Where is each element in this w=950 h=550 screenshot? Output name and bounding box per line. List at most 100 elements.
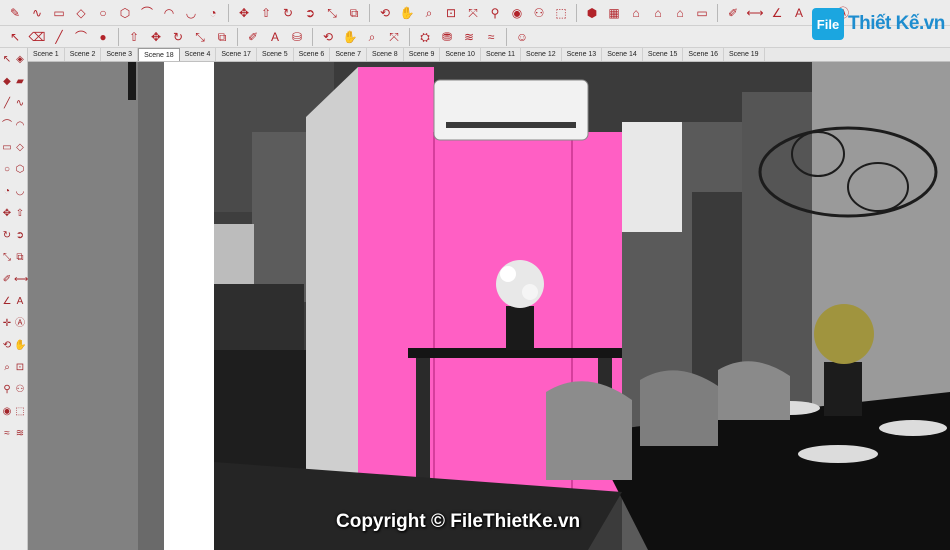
protractor-icon[interactable]: ∠: [1, 296, 13, 308]
front-view-icon[interactable]: ⌂: [627, 4, 645, 22]
tab-scene-12[interactable]: Scene 12: [521, 48, 562, 61]
arc-draw-icon[interactable]: ⌒: [72, 28, 90, 46]
rotated-rectangle-icon[interactable]: ◇: [72, 4, 90, 22]
rectangle-icon[interactable]: ▭: [50, 4, 68, 22]
push-pull-icon[interactable]: ⇧: [125, 28, 143, 46]
zoom-icon[interactable]: ⌕: [1, 362, 13, 374]
freehand-icon[interactable]: ∿: [28, 4, 46, 22]
layout-icon[interactable]: ≋: [460, 28, 478, 46]
zoom-window-icon[interactable]: ⊡: [442, 4, 460, 22]
walk-icon[interactable]: ⚇: [14, 384, 26, 396]
zoom-extents-icon[interactable]: ⤧: [385, 28, 403, 46]
tape-measure-icon[interactable]: ✐: [724, 4, 742, 22]
text-icon[interactable]: A: [14, 296, 26, 308]
offset-icon[interactable]: ⧉: [213, 28, 231, 46]
tab-scene-13[interactable]: Scene 13: [562, 48, 603, 61]
account-icon[interactable]: ☺: [513, 28, 531, 46]
position-camera-icon[interactable]: ⚲: [486, 4, 504, 22]
paint-bucket-icon[interactable]: ⛁: [288, 28, 306, 46]
orbit-icon[interactable]: ⟲: [319, 28, 337, 46]
paint-icon[interactable]: ◆: [1, 76, 13, 88]
two-point-arc-icon[interactable]: ◠: [160, 4, 178, 22]
pan-icon[interactable]: ✋: [341, 28, 359, 46]
freehand-icon[interactable]: ∿: [14, 98, 26, 110]
tab-scene-8[interactable]: Scene 8: [367, 48, 404, 61]
tab-scene-6[interactable]: Scene 6: [294, 48, 331, 61]
tab-scene-4[interactable]: Scene 4: [180, 48, 217, 61]
rotated-rectangle-icon[interactable]: ◇: [14, 142, 26, 154]
push-pull-icon[interactable]: ⇧: [14, 208, 26, 220]
tab-scene-5[interactable]: Scene 5: [257, 48, 294, 61]
top-view-icon[interactable]: ▦: [605, 4, 623, 22]
tab-scene-3[interactable]: Scene 3: [101, 48, 139, 61]
position-camera-icon[interactable]: ⚲: [1, 384, 13, 396]
three-point-arc-icon[interactable]: ◡: [14, 186, 26, 198]
tab-scene-2[interactable]: Scene 2: [65, 48, 102, 61]
rotate-icon[interactable]: ↻: [169, 28, 187, 46]
extension-warehouse-icon[interactable]: ⛃: [438, 28, 456, 46]
text-icon[interactable]: A: [790, 4, 808, 22]
orbit-icon[interactable]: ⟲: [376, 4, 394, 22]
scale-icon[interactable]: ⤡: [323, 4, 341, 22]
move-icon[interactable]: ✥: [235, 4, 253, 22]
zoom-extents-icon[interactable]: ⤧: [464, 4, 482, 22]
circle-icon[interactable]: ○: [1, 164, 13, 176]
left-view-icon[interactable]: ▭: [693, 4, 711, 22]
tab-scene-7[interactable]: Scene 7: [330, 48, 367, 61]
line-icon[interactable]: ╱: [50, 28, 68, 46]
text-icon[interactable]: A: [266, 28, 284, 46]
orbit-icon[interactable]: ⟲: [1, 340, 13, 352]
zoom-icon[interactable]: ⌕: [363, 28, 381, 46]
tab-scene-14[interactable]: Scene 14: [602, 48, 643, 61]
sandbox-icon[interactable]: ≈: [1, 428, 13, 440]
3d-warehouse-icon[interactable]: ⛭: [416, 28, 434, 46]
offset-icon[interactable]: ⧉: [345, 4, 363, 22]
rotate-icon[interactable]: ↻: [279, 4, 297, 22]
arc-icon[interactable]: ⌒: [138, 4, 156, 22]
eraser-icon[interactable]: ⌫: [28, 28, 46, 46]
iso-view-icon[interactable]: ⬢: [583, 4, 601, 22]
pie-icon[interactable]: ◔: [1, 186, 13, 198]
right-view-icon[interactable]: ⌂: [649, 4, 667, 22]
tab-scene-15[interactable]: Scene 15: [643, 48, 684, 61]
tab-scene-11[interactable]: Scene 11: [481, 48, 522, 61]
pie-icon[interactable]: ◔: [204, 4, 222, 22]
zoom-icon[interactable]: ⌕: [420, 4, 438, 22]
3d-text-icon[interactable]: Ⓐ: [14, 318, 26, 330]
tab-scene-19[interactable]: Scene 19: [724, 48, 765, 61]
section-plane-icon[interactable]: ⬚: [552, 4, 570, 22]
tab-scene-10[interactable]: Scene 10: [440, 48, 481, 61]
offset-icon[interactable]: ⧉: [14, 252, 26, 264]
shape-icon[interactable]: ●: [94, 28, 112, 46]
zoom-window-icon[interactable]: ⊡: [14, 362, 26, 374]
dimension-icon[interactable]: ⟷: [746, 4, 764, 22]
eraser-icon[interactable]: ▰: [14, 76, 26, 88]
tab-scene-1[interactable]: Scene 1: [28, 48, 65, 61]
component-icon[interactable]: ◈: [14, 54, 26, 66]
axes-icon[interactable]: ✛: [1, 318, 13, 330]
circle-icon[interactable]: ○: [94, 4, 112, 22]
tab-scene-17[interactable]: Scene 17: [216, 48, 257, 61]
3d-viewport[interactable]: [28, 62, 950, 550]
pan-icon[interactable]: ✋: [14, 340, 26, 352]
push-pull-icon[interactable]: ⇧: [257, 4, 275, 22]
scale-icon[interactable]: ⤡: [191, 28, 209, 46]
select-icon[interactable]: ↖: [1, 54, 13, 66]
two-point-arc-icon[interactable]: ◠: [14, 120, 26, 132]
line-icon[interactable]: ╱: [1, 98, 13, 110]
select-icon[interactable]: ↖: [6, 28, 24, 46]
scale-icon[interactable]: ⤡: [1, 252, 13, 264]
rotate-icon[interactable]: ↻: [1, 230, 13, 242]
pan-icon[interactable]: ✋: [398, 4, 416, 22]
follow-me-icon[interactable]: ➲: [301, 4, 319, 22]
protractor-icon[interactable]: ∠: [768, 4, 786, 22]
look-around-icon[interactable]: ◉: [508, 4, 526, 22]
polygon-icon[interactable]: ⬡: [116, 4, 134, 22]
tab-scene-18[interactable]: Scene 18: [138, 48, 180, 61]
tab-scene-16[interactable]: Scene 16: [683, 48, 724, 61]
look-around-icon[interactable]: ◉: [1, 406, 13, 418]
polygon-icon[interactable]: ⬡: [14, 164, 26, 176]
tab-scene-9[interactable]: Scene 9: [404, 48, 441, 61]
follow-me-icon[interactable]: ➲: [14, 230, 26, 242]
dimension-icon[interactable]: ⟷: [14, 274, 28, 286]
